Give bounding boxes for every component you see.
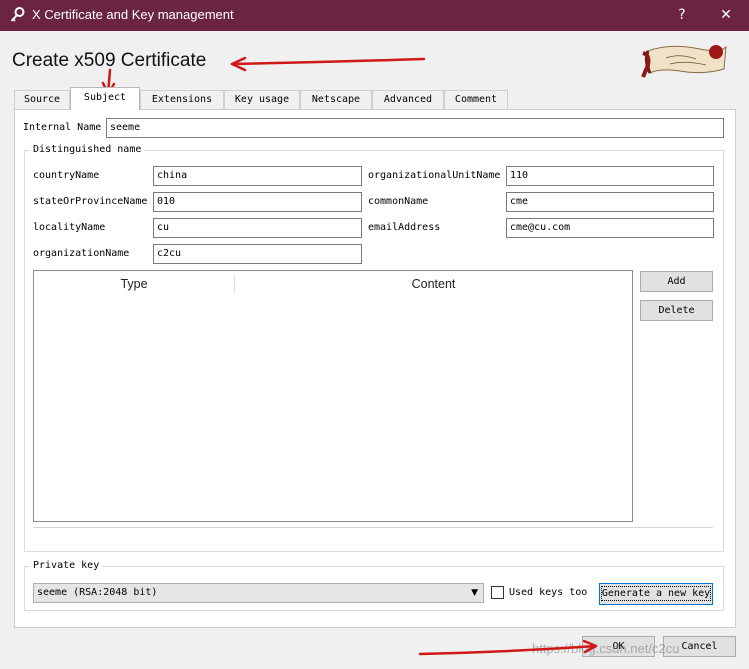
tab-subject[interactable]: Subject xyxy=(70,87,140,110)
